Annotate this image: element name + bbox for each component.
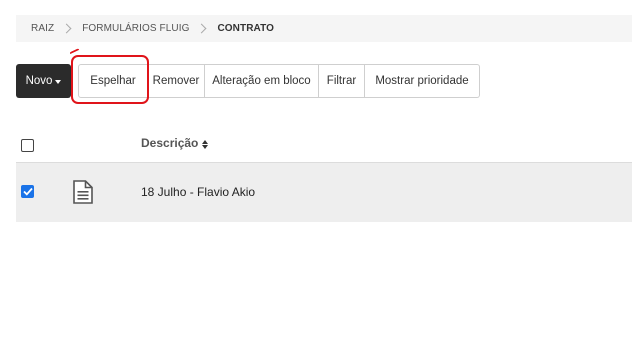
chevron-right-icon bbox=[61, 23, 72, 34]
breadcrumb-item-contrato: CONTRATO bbox=[217, 23, 275, 34]
breadcrumb-item-raiz[interactable]: RAIZ bbox=[31, 23, 54, 34]
mostrar-prioridade-button[interactable]: Mostrar prioridade bbox=[365, 64, 480, 98]
novo-button-label: Novo bbox=[25, 75, 53, 87]
espelhar-button[interactable]: Espelhar bbox=[78, 64, 148, 98]
alteracao-em-bloco-button[interactable]: Alteração em bloco bbox=[205, 64, 319, 98]
row-description[interactable]: 18 Julho - Flavio Akio bbox=[141, 185, 255, 199]
action-button-group: Espelhar Remover Alteração em bloco Filt… bbox=[78, 64, 480, 98]
toolbar: Novo Espelhar Remover Alteração em bloco… bbox=[16, 64, 480, 98]
breadcrumb: RAIZ FORMULÁRIOS FLUIG CONTRATO bbox=[16, 15, 632, 42]
breadcrumb-item-formularios-fluig[interactable]: FORMULÁRIOS FLUIG bbox=[82, 23, 189, 34]
column-header-label: Descrição bbox=[141, 136, 199, 150]
filtrar-button[interactable]: Filtrar bbox=[319, 64, 365, 98]
chevron-right-icon bbox=[197, 23, 207, 34]
row-checkbox[interactable] bbox=[21, 185, 34, 198]
document-icon bbox=[72, 180, 94, 209]
checkmark-icon bbox=[22, 187, 33, 196]
novo-dropdown-button[interactable]: Novo bbox=[16, 64, 71, 98]
select-all-checkbox[interactable] bbox=[21, 139, 34, 152]
column-header-descricao[interactable]: Descrição bbox=[141, 136, 209, 150]
remover-button[interactable]: Remover bbox=[148, 64, 205, 98]
table-header: Descrição bbox=[16, 128, 632, 163]
sort-icon bbox=[202, 140, 209, 149]
table-row[interactable]: 18 Julho - Flavio Akio bbox=[16, 163, 632, 222]
caret-down-icon bbox=[55, 80, 62, 84]
page: RAIZ FORMULÁRIOS FLUIG CONTRATO Novo Esp… bbox=[0, 0, 632, 346]
